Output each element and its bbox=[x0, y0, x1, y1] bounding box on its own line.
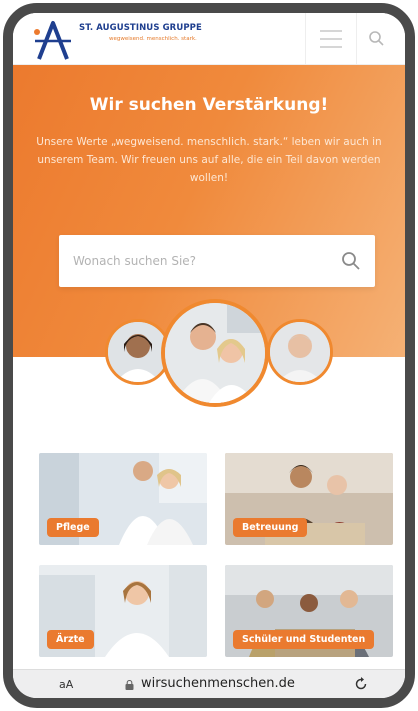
text-size-button[interactable]: aA bbox=[59, 678, 73, 691]
search-icon[interactable] bbox=[340, 250, 362, 272]
portrait-image bbox=[165, 303, 265, 403]
hero-text: Unsere Werte „wegweisend. menschlich. st… bbox=[36, 136, 382, 184]
portrait-team bbox=[161, 299, 269, 407]
browser-url-bar[interactable]: aA wirsuchenmenschen.de bbox=[13, 669, 405, 698]
hero-title: Wir suchen Verstärkung! bbox=[89, 95, 329, 115]
search-box[interactable] bbox=[59, 235, 375, 287]
category-tile-schueler-studenten[interactable]: Schüler und Studenten bbox=[225, 565, 393, 657]
phone-frame: ST. AUGUSTINUS GRUPPE wegweisend. mensch… bbox=[3, 3, 415, 708]
logo-title: ST. AUGUSTINUS GRUPPE bbox=[79, 23, 202, 33]
reload-icon[interactable] bbox=[353, 676, 369, 692]
hamburger-icon bbox=[320, 27, 342, 51]
search-input[interactable] bbox=[73, 250, 323, 272]
search-icon[interactable] bbox=[365, 27, 389, 51]
category-tile-aerzte[interactable]: Ärzte bbox=[39, 565, 207, 657]
tile-label: Schüler und Studenten bbox=[233, 630, 375, 649]
logo-text: ST. AUGUSTINUS GRUPPE wegweisend. mensch… bbox=[79, 23, 202, 42]
portrait-image bbox=[108, 322, 168, 382]
screen: ST. AUGUSTINUS GRUPPE wegweisend. mensch… bbox=[13, 13, 405, 698]
logo-icon[interactable] bbox=[31, 19, 75, 61]
url-text[interactable]: wirsuchenmenschen.de bbox=[141, 676, 295, 691]
tile-label: Pflege bbox=[47, 518, 99, 537]
tile-label: Ärzte bbox=[47, 630, 94, 649]
category-tile-pflege[interactable]: Pflege bbox=[39, 453, 207, 545]
lock-icon bbox=[125, 680, 134, 690]
portrait-man bbox=[267, 319, 333, 385]
logo-subtitle: wegweisend. menschlich. stark. bbox=[109, 36, 197, 42]
site-header: ST. AUGUSTINUS GRUPPE wegweisend. mensch… bbox=[13, 13, 405, 65]
category-tile-betreuung[interactable]: Betreuung bbox=[225, 453, 393, 545]
tile-label: Betreuung bbox=[233, 518, 308, 537]
portrait-image bbox=[270, 322, 330, 382]
menu-button[interactable] bbox=[305, 13, 357, 65]
